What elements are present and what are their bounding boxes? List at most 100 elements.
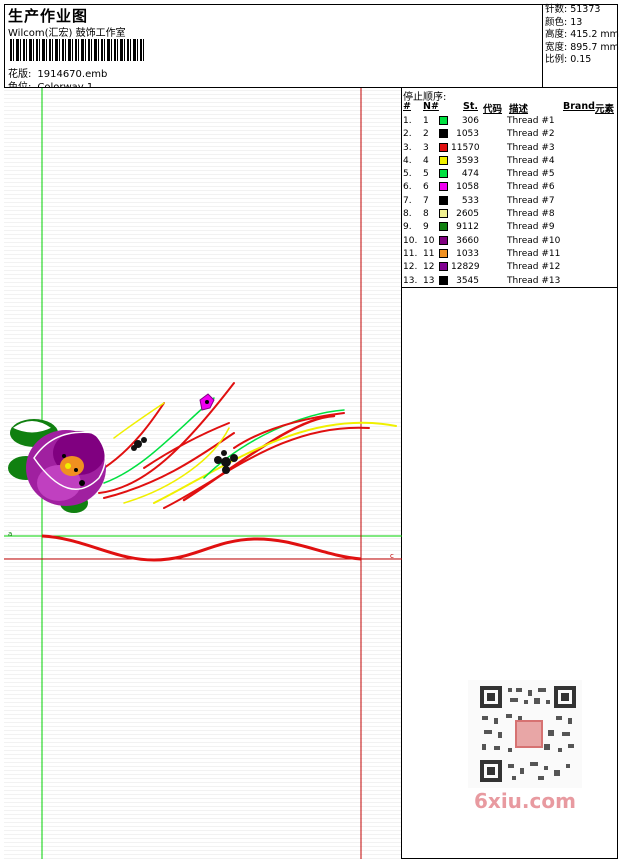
thread-row: 6. 6 1058 Thread #6: [403, 181, 617, 194]
thread-stitches: 1053: [456, 129, 479, 140]
thread-needle: 9: [423, 222, 429, 233]
thread-stitches: 533: [461, 195, 479, 206]
thread-stitches: 3660: [456, 235, 479, 246]
thread-needle: 5: [423, 169, 429, 180]
thread-color-swatch: [439, 155, 448, 165]
watermark: 6xiu.com: [474, 789, 576, 813]
thread-table-header: # N# St. 代码 描述 Brand 元素: [403, 101, 617, 115]
thread-row: 2. 2 1053 Thread #2: [403, 128, 617, 141]
thread-index: 11.: [403, 248, 418, 259]
col-brand: Brand: [563, 101, 595, 112]
thread-index: 7.: [403, 195, 412, 206]
thread-table: 1. 1 306 Thread #1 2. 2 1053 Thread #2 3. 3 11570 T…: [403, 115, 617, 288]
thread-stitches: 474: [461, 169, 479, 180]
thread-stitches: 9112: [456, 222, 479, 233]
thread-row: 4. 4 3593 Thread #4: [403, 155, 617, 168]
thread-description: Thread #8: [507, 209, 555, 220]
thread-stitches: 2605: [456, 209, 479, 220]
thread-description: Thread #13: [507, 275, 561, 286]
thread-row: 12. 12 12829 Thread #12: [403, 261, 617, 274]
thread-index: 13.: [403, 275, 418, 286]
svg-text:a: a: [8, 530, 12, 538]
thread-index: 2.: [403, 129, 412, 140]
thread-color-swatch: [439, 182, 448, 192]
svg-text:c: c: [390, 552, 394, 560]
thread-description: Thread #6: [507, 182, 555, 193]
thread-row: 5. 5 474 Thread #5: [403, 168, 617, 181]
thread-needle: 2: [423, 129, 429, 140]
thread-color-swatch: [439, 275, 448, 285]
panel-divider: [402, 287, 618, 288]
thread-needle: 13: [423, 275, 435, 286]
thread-row: 13. 13 3545 Thread #13: [403, 275, 617, 288]
col-code: 代码: [483, 104, 503, 115]
thread-description: Thread #3: [507, 142, 555, 153]
col-desc: 描述: [509, 104, 529, 115]
thread-needle: 11: [423, 248, 435, 259]
thread-row: 1. 1 306 Thread #1: [403, 115, 617, 128]
thread-stitches: 3593: [456, 155, 479, 166]
design-stats: 针数: 51373 颜色: 13 高度: 415.2 mm 宽度: 895.7 mm 比…: [542, 4, 619, 88]
thread-index: 4.: [403, 155, 412, 166]
thread-description: Thread #9: [507, 222, 555, 233]
thread-index: 8.: [403, 209, 412, 220]
thread-row: 7. 7 533 Thread #7: [403, 195, 617, 208]
stat-stitches: 针数: 51373: [545, 4, 601, 15]
sheet-header: 生产作业图 Wilcom(汇宏) 鼓饰工作室 花版:1914670.emb 色位…: [4, 4, 619, 93]
thread-color-swatch: [439, 142, 448, 152]
thread-stitches: 12829: [451, 262, 480, 273]
thread-color-swatch: [439, 248, 448, 258]
thread-description: Thread #11: [507, 248, 561, 259]
thread-description: Thread #12: [507, 262, 561, 273]
stat-colors: 颜色: 13: [545, 16, 583, 28]
thread-description: Thread #2: [507, 129, 555, 140]
stat-height: 高度: 415.2 mm: [545, 29, 619, 40]
page-title: 生产作业图: [8, 7, 89, 25]
thread-row: 10. 10 3660 Thread #10: [403, 235, 617, 248]
thread-stitches: 1058: [456, 182, 479, 193]
thread-needle: 12: [423, 262, 435, 273]
col-elem: 元素: [595, 104, 615, 115]
thread-needle: 7: [423, 195, 429, 206]
thread-stitches: 306: [461, 116, 479, 126]
thread-row: 3. 3 11570 Thread #3: [403, 142, 617, 155]
thread-needle: 6: [423, 182, 429, 193]
thread-description: Thread #1: [507, 116, 555, 126]
thread-index: 12.: [403, 262, 418, 273]
stat-scale: 比例: 0.15: [545, 54, 592, 65]
magenta-flower: [199, 393, 215, 411]
design-preview: a c: [4, 88, 402, 859]
thread-stitches: 1033: [456, 248, 479, 259]
embroidery-design: a c: [4, 88, 402, 859]
thread-color-swatch: [439, 209, 448, 219]
streamers: [98, 382, 397, 509]
thread-color-swatch: [439, 195, 448, 205]
thread-index: 9.: [403, 222, 412, 233]
thread-description: Thread #7: [507, 195, 555, 206]
thread-color-swatch: [439, 262, 448, 272]
thread-needle: 3: [423, 142, 429, 153]
col-num: N#: [423, 101, 439, 112]
thread-stitches: 11570: [451, 142, 480, 153]
thread-row: 8. 8 2605 Thread #8: [403, 208, 617, 221]
thread-needle: 1: [423, 116, 429, 126]
thread-needle: 10: [423, 235, 435, 246]
company-name: Wilcom(汇宏) 鼓饰工作室: [8, 28, 126, 39]
thread-needle: 4: [423, 155, 429, 166]
thread-index: 5.: [403, 169, 412, 180]
thread-description: Thread #4: [507, 155, 555, 166]
thread-needle: 8: [423, 209, 429, 220]
col-st: St.: [463, 101, 478, 112]
bottom-wave: [41, 534, 362, 562]
thread-color-swatch: [439, 222, 448, 232]
thread-color-swatch: [439, 169, 448, 179]
thread-color-swatch: [439, 129, 448, 139]
thread-row: 11. 11 1033 Thread #11: [403, 248, 617, 261]
thread-color-swatch: [439, 116, 448, 125]
seal-stamp: [515, 720, 543, 748]
thread-stitches: 3545: [456, 275, 479, 286]
main-flower: [8, 419, 107, 513]
stat-width: 宽度: 895.7 mm: [545, 41, 619, 53]
thread-index: 1.: [403, 116, 412, 126]
barcode: [10, 39, 144, 61]
